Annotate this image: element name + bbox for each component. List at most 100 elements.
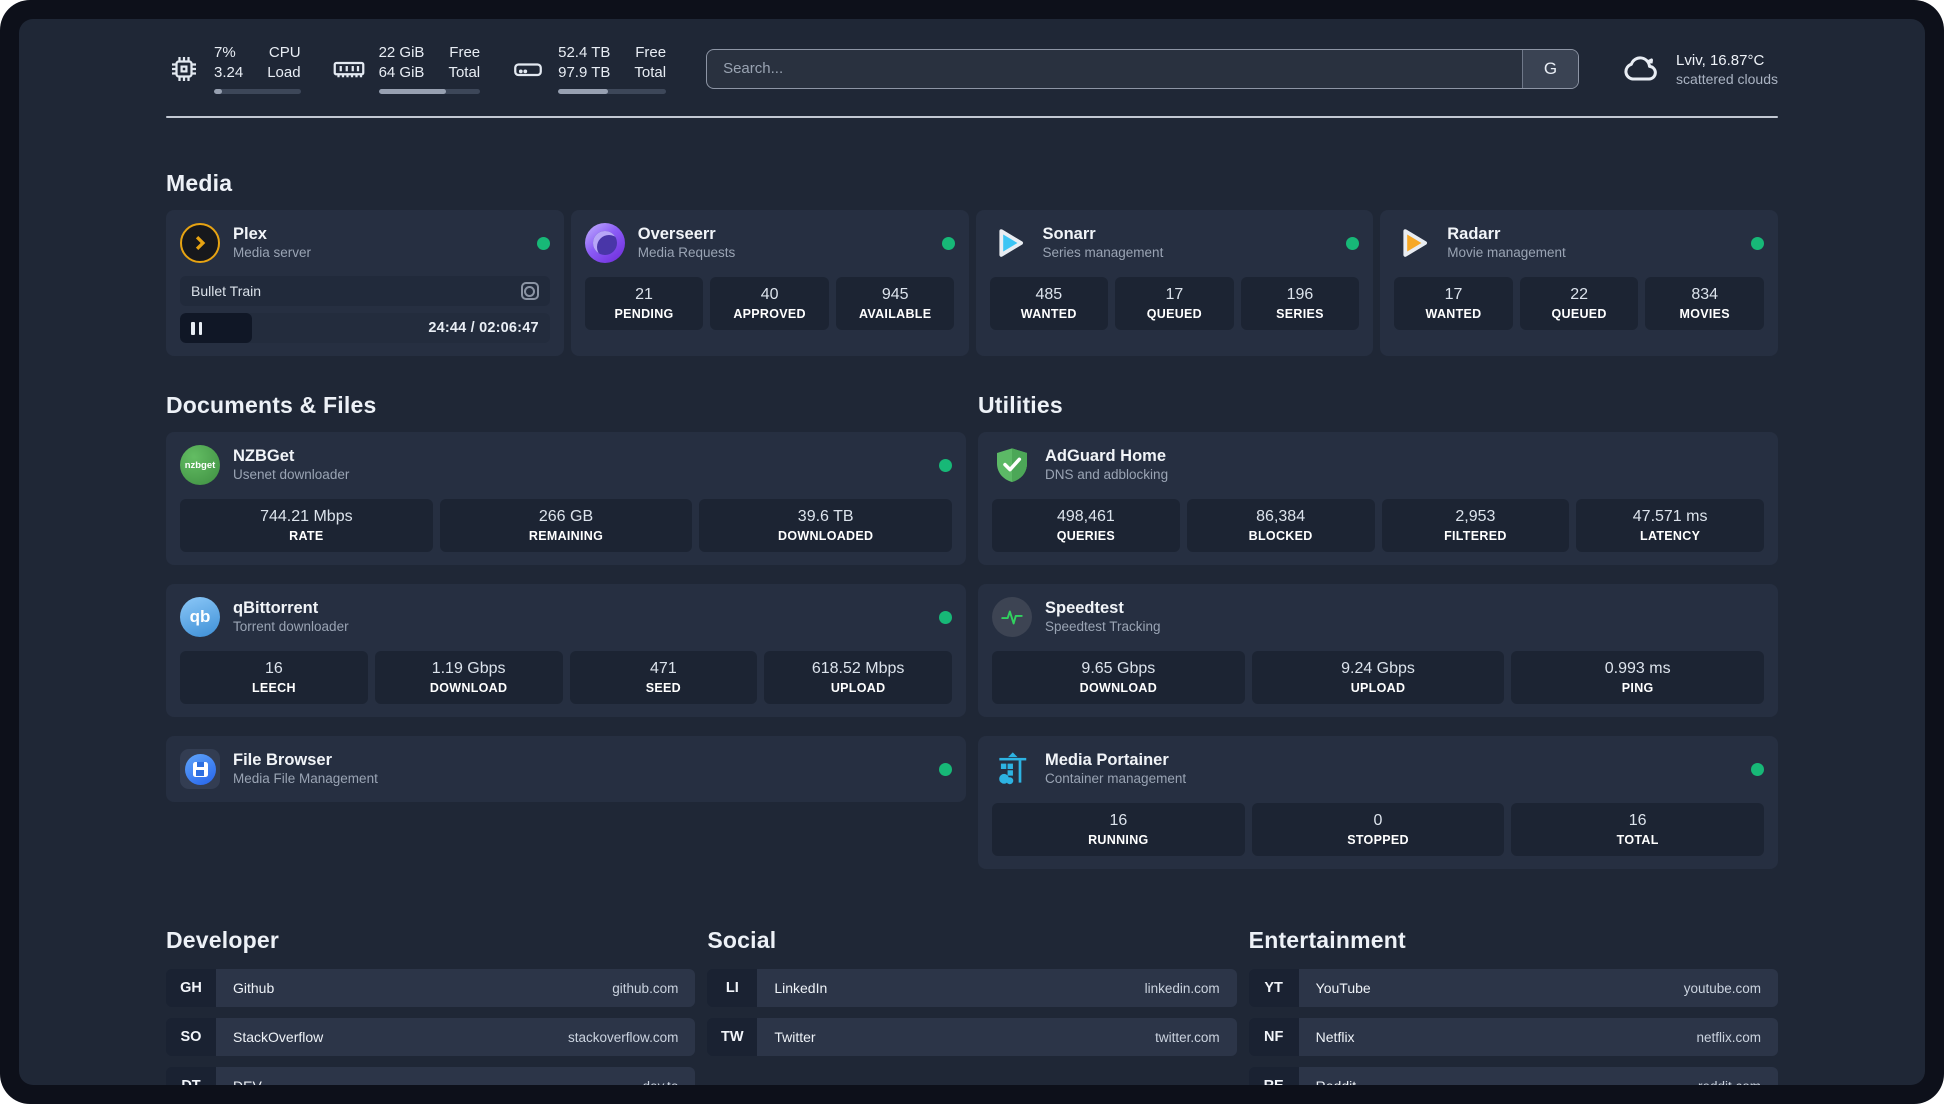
section-utilities: Utilities AdGuard Home DNS and adblockin… — [978, 392, 1778, 869]
stat-tile: 17 QUEUED — [1115, 277, 1234, 330]
cpu-load-value: 3.24 — [214, 64, 244, 81]
bookmark-url: dev.to — [643, 1079, 679, 1086]
section-media: Media Plex Media server Bullet Train 24:… — [166, 170, 1778, 356]
stat-tile: 744.21 Mbps RATE — [180, 499, 433, 552]
stat-tile: 9.24 Gbps UPLOAD — [1251, 651, 1505, 704]
service-name: Media Portainer — [1045, 751, 1169, 769]
bookmark-url: youtube.com — [1683, 980, 1761, 996]
stat-tile: 471 SEED — [569, 651, 758, 704]
weather-location: Lviv, 16.87°C — [1676, 52, 1765, 69]
bookmark-twitter[interactable]: TW Twitter twitter.com — [707, 1018, 1237, 1056]
pause-icon[interactable] — [191, 321, 202, 335]
section-title-media: Media — [166, 170, 233, 196]
disk-progress-track — [558, 89, 667, 94]
bookmark-abbr: DT — [166, 1067, 216, 1085]
bookmark-name: Twitter — [774, 1029, 816, 1045]
status-dot — [939, 458, 952, 472]
service-name: Plex — [233, 225, 267, 243]
service-name: qBittorrent — [233, 599, 319, 617]
service-card-nzbget[interactable]: nzbget NZBGet Usenet downloader 744.21 M… — [166, 432, 966, 565]
search-provider-button[interactable]: G — [1522, 49, 1579, 88]
disk-total-label: Total — [634, 64, 667, 81]
status-dot — [1751, 762, 1764, 776]
service-card-speedtest[interactable]: Speedtest Speedtest Tracking 9.65 Gbps D… — [978, 584, 1778, 717]
bookmark-name: StackOverflow — [233, 1029, 324, 1045]
cpu-label: CPU — [268, 44, 301, 61]
bookmark-url: github.com — [612, 980, 679, 996]
speedtest-icon — [992, 597, 1032, 637]
bookmark-name: LinkedIn — [774, 980, 828, 996]
stat-tile: 498,461 QUERIES — [992, 499, 1180, 552]
service-card-filebrowser[interactable]: File Browser Media File Management — [166, 736, 966, 802]
stat-tile: 21 PENDING — [584, 277, 704, 330]
dashboard-page: 7% 3.24 CPU Load 22 GiB 64 GiB Free Tota… — [19, 19, 1925, 1085]
memory-total-value: 64 GiB — [378, 64, 425, 81]
disk-widget: 52.4 TB 97.9 TB Free Total — [510, 43, 667, 94]
memory-total-label: Total — [448, 64, 481, 81]
cpu-progress-track — [214, 89, 301, 94]
bookmark-url: netflix.com — [1696, 1029, 1761, 1045]
portainer-icon — [992, 749, 1032, 789]
bookmark-url: linkedin.com — [1144, 980, 1220, 996]
stat-tile: 86,384 BLOCKED — [1186, 499, 1375, 552]
service-card-adguard[interactable]: AdGuard Home DNS and adblocking 498,461 … — [978, 432, 1778, 565]
bookmark-reddit[interactable]: RE Reddit reddit.com — [1248, 1067, 1778, 1085]
header-divider — [166, 116, 1778, 118]
stat-tile: 485 WANTED — [989, 277, 1109, 330]
radarr-icon — [1394, 223, 1434, 263]
status-dot — [1751, 236, 1764, 250]
bookmark-name: Netflix — [1315, 1029, 1355, 1045]
stat-tile: 16 TOTAL — [1511, 803, 1765, 856]
service-card-overseerr[interactable]: Overseerr Media Requests 21 PENDING 40 A… — [570, 210, 969, 356]
status-dot — [939, 762, 952, 776]
stat-tile: 945 AVAILABLE — [835, 277, 955, 330]
stat-tile: 266 GB REMAINING — [439, 499, 693, 552]
section-title-utilities: Utilities — [978, 392, 1063, 418]
service-card-portainer[interactable]: Media Portainer Container management 16 … — [978, 736, 1778, 869]
stat-tile: 17 WANTED — [1394, 277, 1513, 330]
section-title-documents: Documents & Files — [166, 392, 377, 418]
system-stats: 7% 3.24 CPU Load 22 GiB 64 GiB Free Tota… — [166, 43, 667, 94]
bookmark-youtube[interactable]: YT YouTube youtube.com — [1248, 969, 1778, 1007]
service-name: Radarr — [1447, 225, 1501, 243]
bookmark-github[interactable]: GH Github github.com — [166, 969, 696, 1007]
top-bar: 7% 3.24 CPU Load 22 GiB 64 GiB Free Tota… — [166, 43, 1778, 94]
bookmark-stackoverflow[interactable]: SO StackOverflow stackoverflow.com — [166, 1018, 696, 1056]
nzbget-icon: nzbget — [180, 445, 220, 485]
section-title-entertainment: Entertainment — [1248, 927, 1406, 953]
bookmark-abbr: NF — [1248, 1018, 1299, 1056]
section-title-social: Social — [707, 927, 777, 953]
service-description: DNS and adblocking — [1045, 467, 1169, 482]
bookmark-abbr: SO — [166, 1018, 216, 1056]
bookmarks-social: Social LI LinkedIn linkedin.com TW Twitt… — [707, 927, 1237, 1056]
gear-icon[interactable] — [520, 282, 539, 300]
memory-progress-fill — [378, 89, 446, 94]
service-description: Series management — [1042, 245, 1164, 260]
service-name: Overseerr — [637, 225, 716, 243]
adguard-icon — [992, 445, 1032, 485]
bookmark-dev[interactable]: DT DEV dev.to — [166, 1067, 696, 1086]
bookmark-linkedin[interactable]: LI LinkedIn linkedin.com — [707, 969, 1237, 1007]
now-playing-title: Bullet Train — [191, 283, 262, 299]
service-card-radarr[interactable]: Radarr Movie management 17 WANTED 22 QUE… — [1380, 210, 1778, 356]
cpu-load-label: Load — [267, 64, 301, 81]
search-bar: G — [706, 48, 1580, 89]
service-description: Torrent downloader — [233, 619, 349, 634]
playback-time: 24:44 / 02:06:47 — [428, 320, 539, 336]
service-description: Media Requests — [637, 245, 736, 260]
service-name: Sonarr — [1042, 225, 1096, 243]
service-card-sonarr[interactable]: Sonarr Series management 485 WANTED 17 Q… — [975, 210, 1374, 356]
bookmark-url: twitter.com — [1155, 1029, 1220, 1045]
stat-tile: 0.993 ms PING — [1511, 651, 1765, 704]
memory-progress-track — [378, 89, 481, 94]
stat-tile: 2,953 FILTERED — [1381, 499, 1570, 552]
search-input[interactable] — [707, 49, 1523, 88]
memory-free-label: Free — [449, 44, 481, 61]
service-card-plex[interactable]: Plex Media server Bullet Train 24:44 / 0… — [166, 210, 564, 356]
weather-condition: scattered clouds — [1676, 71, 1778, 87]
now-playing-row: Bullet Train — [180, 276, 550, 306]
service-name: AdGuard Home — [1045, 447, 1167, 465]
bookmark-name: DEV — [233, 1078, 262, 1085]
service-card-qbittorrent[interactable]: qb qBittorrent Torrent downloader 16 LEE… — [166, 584, 966, 717]
bookmark-netflix[interactable]: NF Netflix netflix.com — [1248, 1018, 1778, 1056]
